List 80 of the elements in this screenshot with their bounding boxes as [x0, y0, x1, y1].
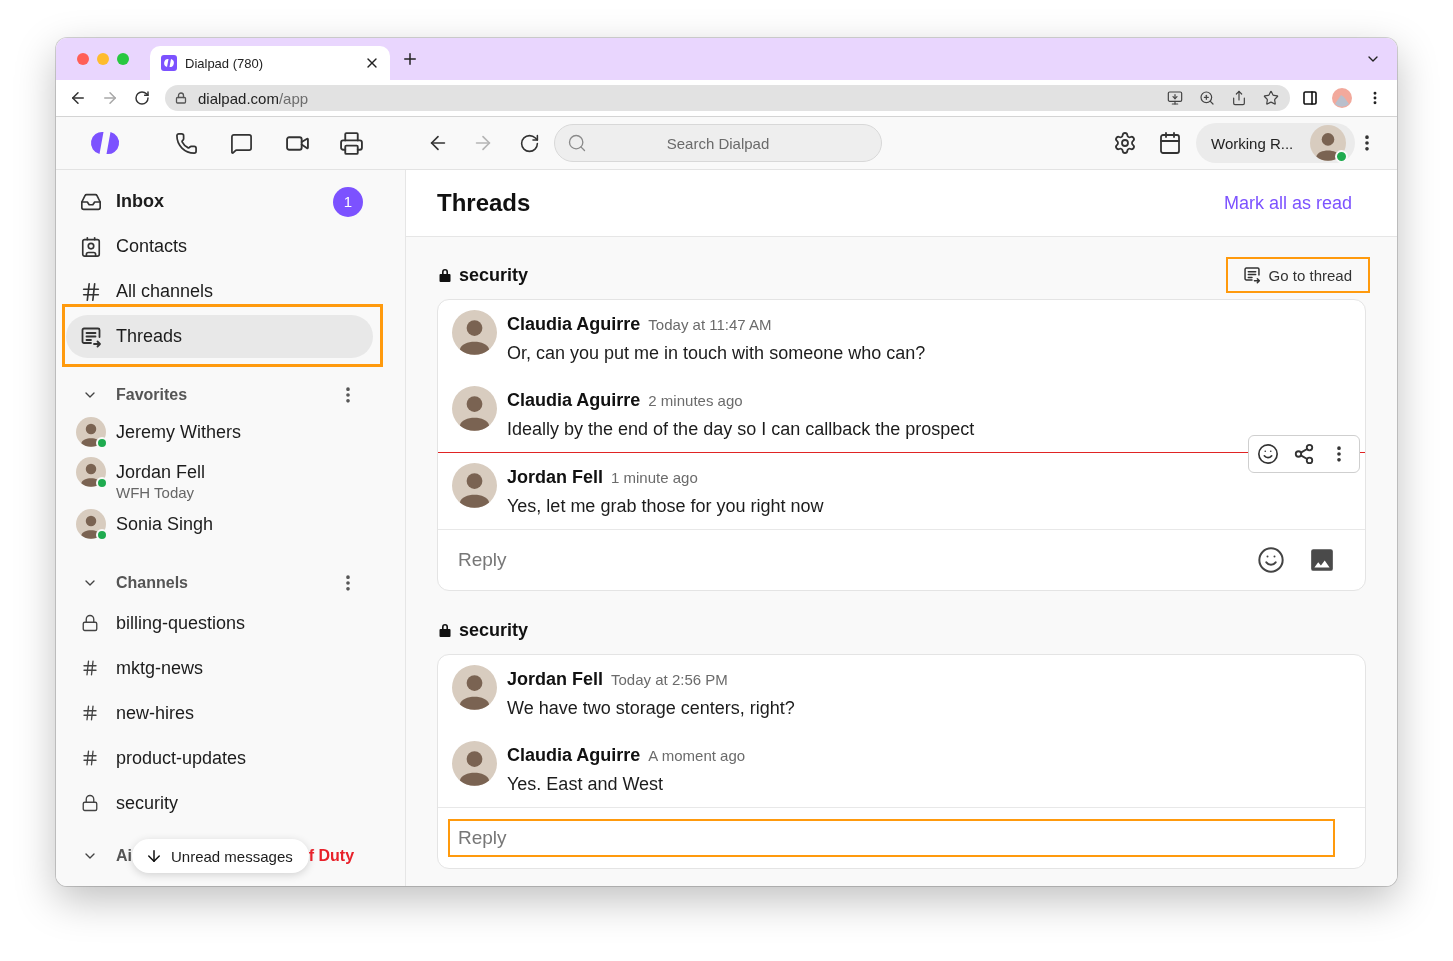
count-badge: 1	[333, 186, 363, 217]
channel-item[interactable]: security	[66, 783, 373, 823]
calendar-icon[interactable]	[1158, 131, 1182, 155]
author-name[interactable]: Jordan Fell	[507, 669, 604, 690]
message-text: Ideally by the end of the day so I can callback the prospect	[507, 418, 975, 441]
timestamp: Today at 2:56 PM	[611, 671, 728, 688]
status-button[interactable]: Working R...	[1196, 123, 1355, 163]
go-to-thread-button[interactable]: Go to thread	[1225, 257, 1370, 293]
contact-name[interactable]: Jeremy Withers	[116, 417, 241, 447]
printer-icon[interactable]	[338, 130, 364, 156]
contact-status: WFH Today	[116, 487, 196, 499]
nav-item[interactable]: Contacts	[66, 225, 373, 268]
message-text: Or, can you put me in touch with someone who can?	[507, 342, 926, 365]
timestamp: Today at 11:47 AM	[648, 316, 772, 333]
text-box-arrow-icon	[1242, 266, 1261, 284]
channel-item[interactable]: new-hires	[66, 693, 373, 733]
channel-name[interactable]: security	[459, 619, 529, 641]
hash-icon	[80, 280, 102, 303]
avatar-icon	[1310, 125, 1346, 161]
timestamp: 2 minutes ago	[648, 392, 743, 409]
emoji-icon[interactable]	[1257, 443, 1279, 465]
star-icon[interactable]	[1263, 90, 1279, 106]
share-icon[interactable]	[1293, 443, 1315, 465]
status-text: f Duty	[308, 847, 355, 865]
avatar-icon	[452, 310, 497, 355]
section-label: Favorites	[116, 386, 188, 404]
avatar-icon	[452, 741, 497, 786]
avatar-icon	[452, 665, 497, 710]
search-icon	[567, 133, 587, 153]
arrow-down-icon	[145, 847, 163, 865]
reload-icon[interactable]	[518, 132, 540, 154]
share-icon[interactable]	[1231, 90, 1247, 106]
mark-all-read-link[interactable]: Mark all as read	[1223, 192, 1352, 214]
timestamp: A moment ago	[648, 747, 746, 764]
author-name[interactable]: Claudia Aguirre	[507, 745, 641, 766]
contact-name[interactable]: Sonia Singh	[116, 509, 214, 539]
back-icon[interactable]	[69, 89, 87, 107]
section-label: Channels	[116, 574, 188, 592]
avatar-icon	[76, 457, 106, 487]
zoom-in-icon[interactable]	[1199, 90, 1215, 106]
settings-icon[interactable]	[1113, 131, 1137, 155]
message-text: Yes, let me grab those for you right now	[507, 495, 824, 518]
contact-name[interactable]: Jordan Fell	[116, 457, 206, 487]
contact-card-icon	[80, 235, 102, 258]
avatar-icon	[452, 386, 497, 431]
channel-name[interactable]: security	[459, 264, 529, 286]
message-text: We have two storage centers, right?	[507, 697, 795, 720]
side-panel-icon[interactable]	[1302, 90, 1318, 106]
author-name[interactable]: Claudia Aguirre	[507, 314, 641, 335]
avatar-icon	[76, 509, 106, 539]
section-label: Ai	[116, 847, 132, 865]
channel-item[interactable]: mktg-news	[66, 648, 373, 688]
unread-messages-button[interactable]: Unread messages	[132, 839, 309, 873]
nav-item[interactable]: Inbox 1	[66, 180, 373, 223]
phone-icon[interactable]	[174, 131, 198, 155]
author-name[interactable]: Jordan Fell	[507, 467, 604, 488]
author-name[interactable]: Claudia Aguirre	[507, 390, 641, 411]
avatar-icon	[452, 463, 497, 508]
avatar-icon	[76, 417, 106, 447]
reply-field[interactable]: Reply	[448, 819, 1335, 857]
image-icon[interactable]	[1309, 547, 1335, 573]
nav-item[interactable]: All channels	[66, 270, 373, 313]
emoji-icon[interactable]	[1257, 546, 1285, 574]
timestamp: 1 minute ago	[611, 469, 698, 486]
url-text[interactable]: dialpad.com/app	[198, 89, 309, 107]
page-title: Threads	[437, 189, 531, 217]
plus-icon[interactable]	[401, 50, 419, 68]
browser-tab[interactable]: Dialpad (780)	[150, 46, 390, 80]
monitor-download-icon[interactable]	[1167, 90, 1183, 106]
lock-icon	[175, 92, 187, 104]
search-field[interactable]: Search Dialpad	[554, 124, 882, 162]
speech-bubble-icon[interactable]	[229, 131, 253, 155]
favicon-icon	[161, 55, 177, 71]
nav-item[interactable]: Threads	[66, 315, 373, 358]
channel-item[interactable]: billing-questions	[66, 603, 373, 643]
reload-icon[interactable]	[134, 90, 150, 106]
message-text: Yes. East and West	[507, 773, 665, 796]
reply-field[interactable]: Reply	[448, 541, 1233, 579]
text-box-arrow-icon	[80, 325, 102, 348]
channel-item[interactable]: product-updates	[66, 738, 373, 778]
